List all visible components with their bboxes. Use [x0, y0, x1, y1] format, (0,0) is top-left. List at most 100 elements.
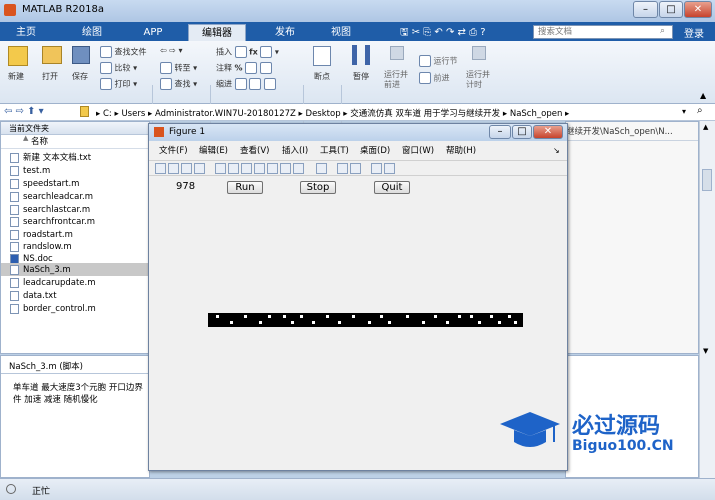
- tab-editor[interactable]: 编辑器: [188, 24, 246, 41]
- tab-plots[interactable]: 绘图: [70, 24, 114, 41]
- scroll-down-icon[interactable]: ▼: [703, 347, 708, 355]
- run-time-icon[interactable]: [472, 46, 486, 60]
- save-icon[interactable]: [72, 46, 90, 64]
- indent-button[interactable]: 缩进: [216, 78, 276, 90]
- open-icon[interactable]: [42, 46, 62, 64]
- file-item[interactable]: roadstart.m: [10, 229, 73, 241]
- tab-apps[interactable]: APP: [130, 24, 176, 41]
- file-item[interactable]: speedstart.m: [10, 178, 79, 190]
- run-and-time-button[interactable]: 运行并 计时: [466, 70, 490, 90]
- open-file-icon[interactable]: [168, 163, 179, 174]
- comment-button[interactable]: 注释 %: [216, 62, 272, 74]
- m-file-icon: [10, 265, 19, 275]
- file-item[interactable]: searchfrontcar.m: [10, 216, 95, 228]
- menu-dock-icon[interactable]: ↘: [553, 144, 560, 158]
- path-part[interactable]: Users: [121, 109, 145, 119]
- file-item[interactable]: randslow.m: [10, 241, 72, 253]
- hide-plot-tools-icon[interactable]: [370, 163, 382, 174]
- close-button[interactable]: ✕: [684, 1, 712, 18]
- rotate-icon[interactable]: [266, 163, 278, 174]
- advance-button[interactable]: 前进: [419, 72, 450, 84]
- path-part[interactable]: 交通流仿真 双车道 用于学习与继续开发: [350, 109, 500, 119]
- find-files-label: 查找文件: [114, 47, 147, 57]
- scroll-up-icon[interactable]: ▲: [703, 123, 708, 131]
- colorbar-icon[interactable]: [336, 163, 348, 174]
- open-button[interactable]: 打开: [42, 71, 58, 82]
- file-item[interactable]: test.m: [10, 165, 50, 177]
- figure-close-button[interactable]: ✕: [533, 125, 563, 139]
- menu-view[interactable]: 查看(V): [240, 144, 269, 158]
- print-figure-icon[interactable]: [194, 163, 205, 174]
- menu-window[interactable]: 窗口(W): [402, 144, 434, 158]
- file-item[interactable]: 新建 文本文档.txt: [10, 152, 91, 164]
- data-cursor-icon[interactable]: [279, 163, 291, 174]
- menu-help[interactable]: 帮助(H): [446, 144, 476, 158]
- breakpoint-button[interactable]: 断点: [314, 71, 330, 82]
- save-button[interactable]: 保存: [72, 71, 88, 82]
- nav-buttons-icon[interactable]: ⇦ ⇨ ⬆ ▾: [4, 106, 44, 117]
- maximize-button[interactable]: □: [659, 1, 683, 18]
- tab-view[interactable]: 视图: [318, 24, 364, 41]
- menu-insert[interactable]: 插入(I): [282, 144, 308, 158]
- pan-icon[interactable]: [253, 163, 265, 174]
- file-item[interactable]: searchleadcar.m: [10, 191, 93, 203]
- find-button[interactable]: 查找 ▾: [160, 78, 197, 90]
- legend-icon[interactable]: [349, 163, 361, 174]
- file-item[interactable]: border_control.m: [10, 303, 96, 315]
- print-button[interactable]: 打印 ▾: [100, 78, 137, 90]
- brush-icon[interactable]: [292, 163, 304, 174]
- road-cells-image: [208, 313, 523, 327]
- pointer-icon[interactable]: [214, 163, 226, 174]
- new-icon[interactable]: [8, 46, 28, 66]
- minimize-button[interactable]: –: [633, 1, 658, 18]
- search-icon[interactable]: ⌕: [660, 26, 665, 36]
- menu-desktop[interactable]: 桌面(D): [360, 144, 390, 158]
- path-breadcrumb[interactable]: ▸ C: ▸ Users ▸ Administrator.WIN7U-20180…: [96, 107, 569, 119]
- path-dropdown-icon[interactable]: ▾: [682, 107, 686, 116]
- insert-button[interactable]: 插入 fx ▾: [216, 46, 279, 58]
- file-item[interactable]: searchlastcar.m: [10, 204, 90, 216]
- search-docs-input[interactable]: 搜索文档: [533, 25, 673, 39]
- pause-button[interactable]: 暂停: [353, 71, 369, 82]
- show-plot-tools-icon[interactable]: [383, 163, 395, 174]
- stop-button[interactable]: Stop: [300, 181, 336, 194]
- pause-icon[interactable]: [352, 45, 370, 65]
- browse-folder-icon[interactable]: ⌕: [697, 105, 703, 116]
- path-part[interactable]: Administrator.WIN7U-20180127Z: [155, 109, 296, 119]
- file-item[interactable]: data.txt: [10, 290, 57, 302]
- new-button[interactable]: 新建: [8, 71, 24, 82]
- file-item[interactable]: leadcarupdate.m: [10, 277, 96, 289]
- run-advance-icon[interactable]: [390, 46, 404, 60]
- menu-edit[interactable]: 编辑(E): [199, 144, 228, 158]
- column-header[interactable]: ▲ 名称: [1, 134, 149, 149]
- tab-publish[interactable]: 发布: [262, 24, 308, 41]
- find-files-button[interactable]: 查找文件: [100, 46, 147, 58]
- goto-button[interactable]: 转至 ▾: [160, 62, 197, 74]
- scrollbar-thumb[interactable]: [702, 169, 712, 191]
- menu-file[interactable]: 文件(F): [159, 144, 188, 158]
- file-item-selected[interactable]: NaSch_3.m: [10, 264, 71, 276]
- run-advance-button[interactable]: 运行并 前进: [384, 70, 408, 90]
- collapse-ribbon-icon[interactable]: ▲: [700, 91, 706, 100]
- breakpoint-icon[interactable]: [313, 46, 331, 66]
- zoom-in-icon[interactable]: [227, 163, 239, 174]
- vertical-scrollbar[interactable]: ▲ ▼: [699, 121, 715, 478]
- quit-button[interactable]: Quit: [374, 181, 410, 194]
- run-button[interactable]: Run: [227, 181, 263, 194]
- path-part[interactable]: NaSch_open: [510, 109, 563, 119]
- path-part[interactable]: C:: [103, 109, 112, 119]
- figure-minimize-button[interactable]: –: [489, 125, 511, 139]
- link-plot-icon[interactable]: [315, 163, 327, 174]
- menu-tools[interactable]: 工具(T): [320, 144, 349, 158]
- compare-button[interactable]: 比较 ▾: [100, 62, 137, 74]
- figure-maximize-button[interactable]: □: [512, 125, 532, 139]
- run-section-button[interactable]: 运行节: [419, 55, 458, 67]
- path-part[interactable]: Desktop: [306, 109, 341, 119]
- zoom-out-icon[interactable]: [240, 163, 252, 174]
- new-figure-icon[interactable]: [155, 163, 166, 174]
- save-figure-icon[interactable]: [181, 163, 192, 174]
- quick-access-icons[interactable]: 🖫 ✂ ⎘ ↶ ↷ ⇄ ⎙ ?: [400, 25, 486, 42]
- nav-arrows-icon[interactable]: ⇦ ⇨ ▾: [160, 46, 183, 55]
- tab-home[interactable]: 主页: [4, 24, 48, 41]
- login-link[interactable]: 登录: [684, 25, 704, 40]
